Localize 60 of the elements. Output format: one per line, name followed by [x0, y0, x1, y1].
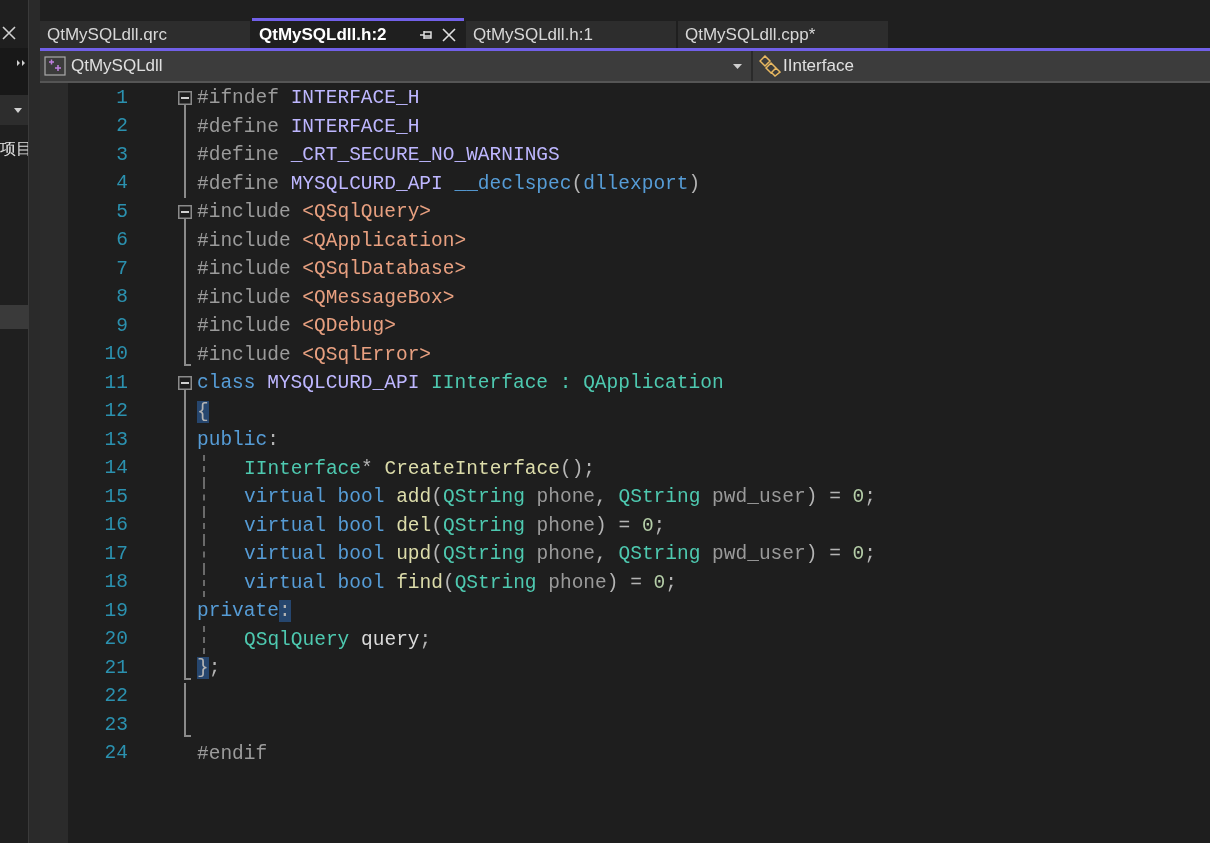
line-number: 9	[115, 313, 128, 339]
line-number: 23	[103, 712, 128, 738]
code-line: #include <QMessageBox>	[197, 285, 455, 310]
code-line: IInterface* CreateInterface();	[244, 456, 596, 481]
code-line: #endif	[197, 741, 268, 766]
line-number: 15	[103, 484, 128, 510]
pin-icon[interactable]	[420, 29, 432, 40]
line-number: 22	[103, 684, 128, 710]
panel-item-label[interactable]: 项目	[0, 137, 28, 161]
code-line: #include <QApplication>	[197, 228, 467, 253]
code-line: #include <QSqlError>	[197, 342, 432, 367]
file-tab[interactable]: QtMySQLdll.h:1	[466, 21, 676, 48]
line-number: 14	[103, 456, 128, 482]
line-number: 1	[115, 85, 128, 111]
line-number: 18	[103, 570, 128, 596]
overflow-arrows-icon[interactable]	[17, 60, 26, 66]
code-line: public:	[197, 428, 279, 453]
line-number: 6	[115, 228, 128, 254]
collapse-icon[interactable]	[178, 205, 192, 219]
project-icon	[44, 56, 66, 76]
code-line: #include <QSqlQuery>	[197, 200, 432, 225]
line-number: 13	[103, 427, 128, 453]
dropdown-caret-icon[interactable]	[14, 107, 22, 113]
line-number: 16	[103, 513, 128, 539]
line-number: 4	[115, 171, 128, 197]
code-line: #include <QSqlDatabase>	[197, 257, 467, 282]
line-number: 3	[115, 142, 128, 168]
line-number: 11	[103, 370, 128, 396]
code-line: #ifndef INTERFACE_H	[197, 86, 420, 111]
code-line: virtual bool upd(QString phone, QString pwd_user) = 0;	[244, 542, 876, 567]
collapse-icon[interactable]	[178, 91, 192, 105]
code-line: };	[197, 656, 221, 681]
code-line: #define INTERFACE_H	[197, 114, 420, 139]
code-line: class MYSQLCURD_API IInterface : QApplication	[197, 371, 724, 396]
line-number: 19	[103, 598, 128, 624]
code-line: virtual bool del(QString phone) = 0;	[244, 513, 666, 538]
code-line: virtual bool add(QString phone, QString pwd_user) = 0;	[244, 485, 876, 510]
file-tab[interactable]: QtMySQLdll.cpp*	[678, 21, 888, 48]
line-number: 5	[115, 199, 128, 225]
line-number: 24	[103, 741, 128, 767]
line-number: 20	[103, 627, 128, 653]
line-number: 8	[115, 285, 128, 311]
line-number: 2	[115, 114, 128, 140]
line-number: 10	[103, 342, 128, 368]
code-line: private:	[197, 599, 291, 624]
code-line: QSqlQuery query;	[244, 627, 432, 652]
close-icon[interactable]	[442, 27, 456, 42]
code-line: #define MYSQLCURD_API __declspec(dllexport)	[197, 171, 701, 196]
line-number: 7	[115, 256, 128, 282]
line-number: 21	[103, 655, 128, 681]
class-icon	[759, 55, 781, 77]
line-number: 12	[103, 399, 128, 425]
dropdown-caret-icon	[733, 63, 742, 69]
line-number: 17	[103, 541, 128, 567]
code-line: #include <QDebug>	[197, 314, 396, 339]
file-tab[interactable]: QtMySQLdll.qrc	[40, 21, 250, 48]
collapse-icon[interactable]	[178, 376, 192, 390]
code-line: #define _CRT_SECURE_NO_WARNINGS	[197, 143, 560, 168]
code-line: virtual bool find(QString phone) = 0;	[244, 570, 677, 595]
close-icon[interactable]	[1, 25, 17, 41]
